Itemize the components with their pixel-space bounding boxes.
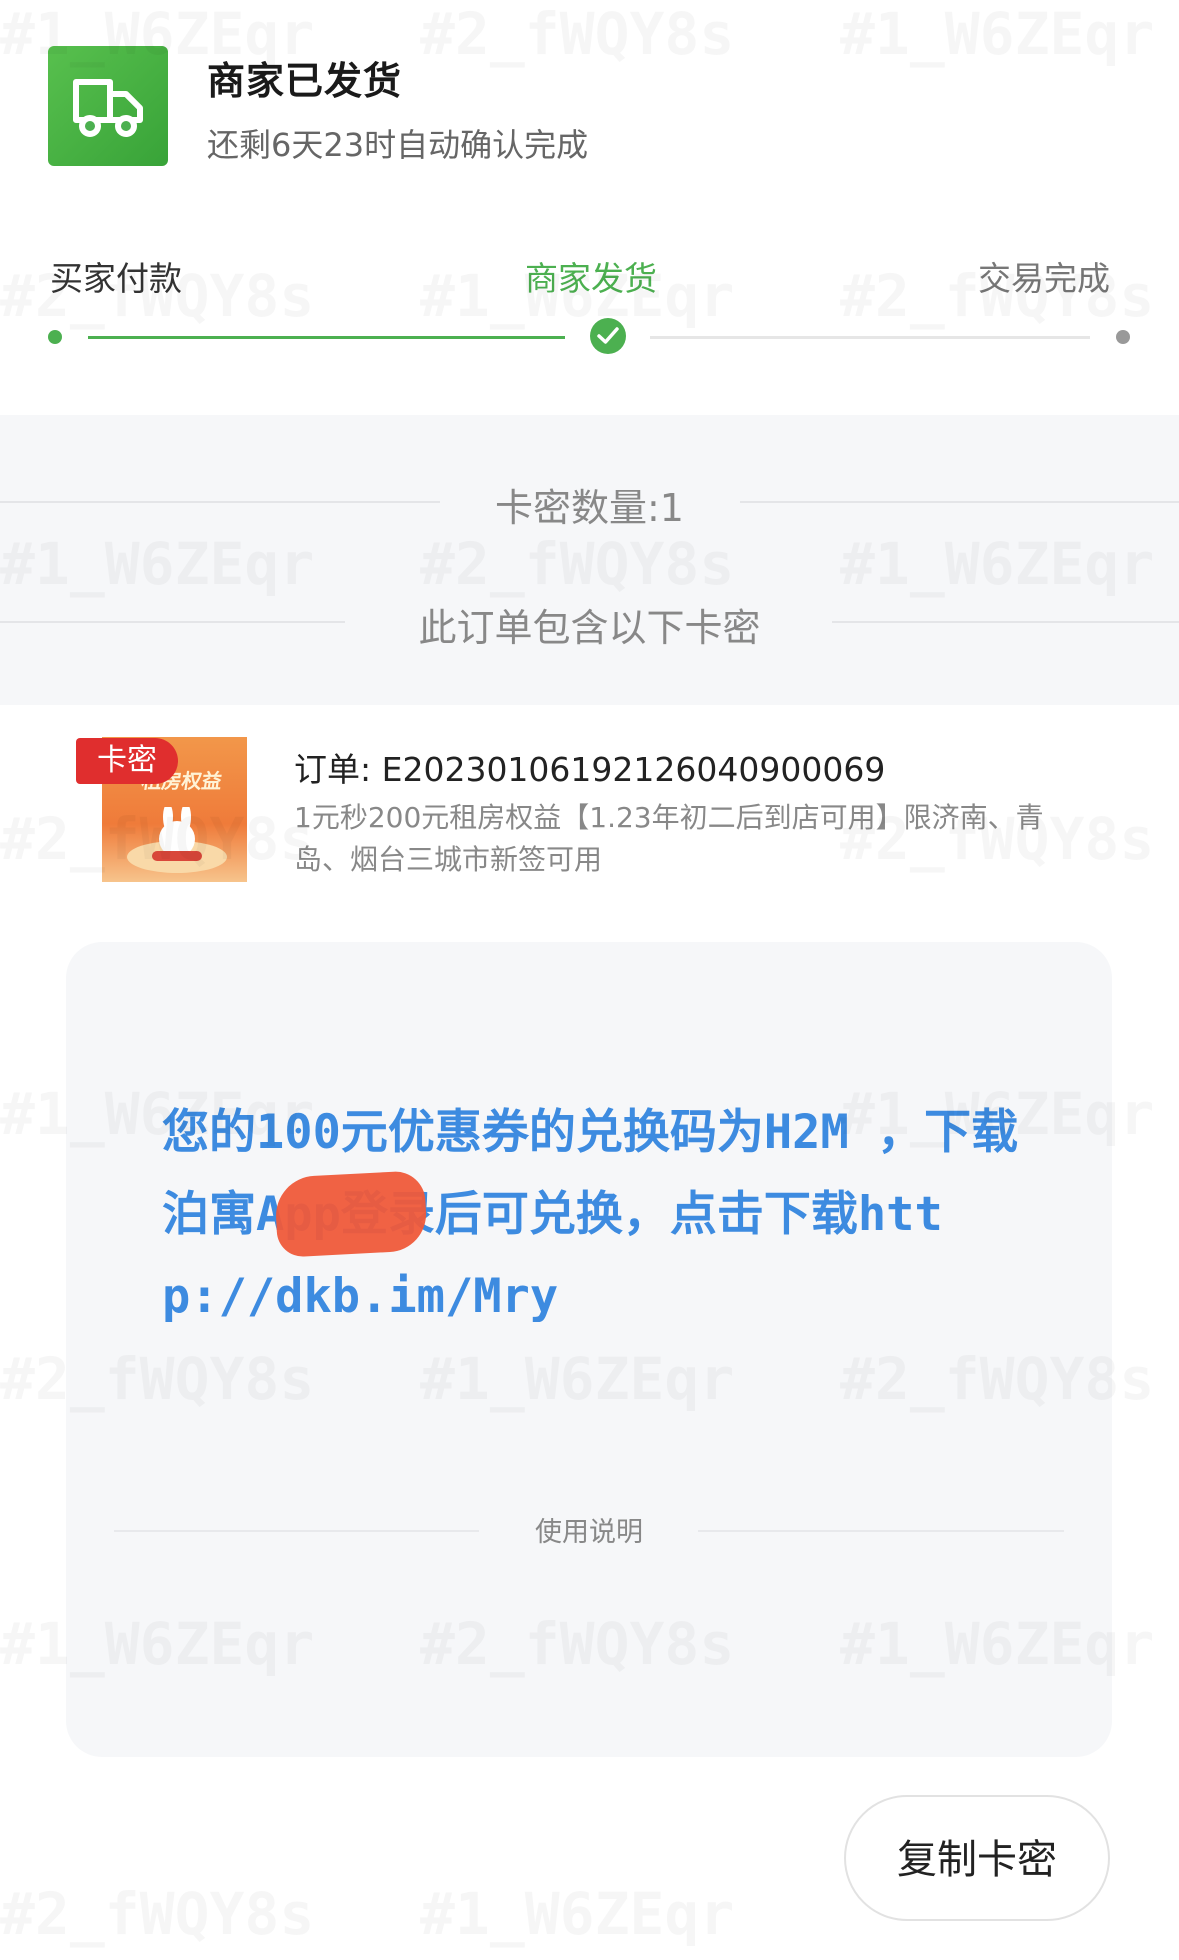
order-progress: 买家付款 商家发货 交易完成 <box>0 240 1179 370</box>
step-pending-dot <box>1116 330 1130 344</box>
truck-icon <box>48 46 168 166</box>
contains-note: 此订单包含以下卡密 <box>418 606 761 650</box>
card-summary-band: 卡密数量:1 此订单包含以下卡密 <box>0 415 1179 705</box>
redaction-mark <box>274 1170 428 1258</box>
usage-instructions[interactable]: 使用说明 <box>66 1510 1112 1550</box>
order-item[interactable]: 租房权益 订单: E20230106192126040900069 1元秒200… <box>0 705 1179 925</box>
order-number: 订单: E20230106192126040900069 <box>294 750 886 789</box>
progress-line-done <box>88 336 565 339</box>
product-description: 1元秒200元租房权益【1.23年初二后到店可用】限济南、青岛、烟台三城市新签可… <box>294 801 1044 876</box>
copy-card-secret-button[interactable]: 复制卡密 <box>844 1795 1110 1921</box>
order-status-header: 商家已发货 还剩6天23时自动确认完成 <box>0 0 1179 180</box>
auto-confirm-countdown: 还剩6天23时自动确认完成 <box>207 126 589 164</box>
step-done-dot <box>48 330 62 344</box>
step-merchant-shipped-label: 商家发货 <box>525 259 657 298</box>
step-trade-complete-label: 交易完成 <box>978 259 1110 298</box>
watermark-text: #2_fWQY8s <box>0 1880 314 1948</box>
status-title: 商家已发货 <box>207 59 403 103</box>
watermark-text: #1_W6ZEqr <box>420 1880 734 1948</box>
usage-label: 使用说明 <box>535 1517 643 1548</box>
card-count: 卡密数量:1 <box>495 486 684 530</box>
rabbit-illustration-icon <box>127 807 227 873</box>
card-code-tag: 卡密 <box>76 738 178 784</box>
progress-line-pending <box>650 336 1090 339</box>
card-secret-panel: 您的100元优惠券的兑换码为H2M ，下载泊寓App登录后可兑换，点击下载htt… <box>66 942 1112 1757</box>
step-buyer-paid-label: 买家付款 <box>50 259 182 298</box>
check-circle-icon <box>590 318 626 354</box>
